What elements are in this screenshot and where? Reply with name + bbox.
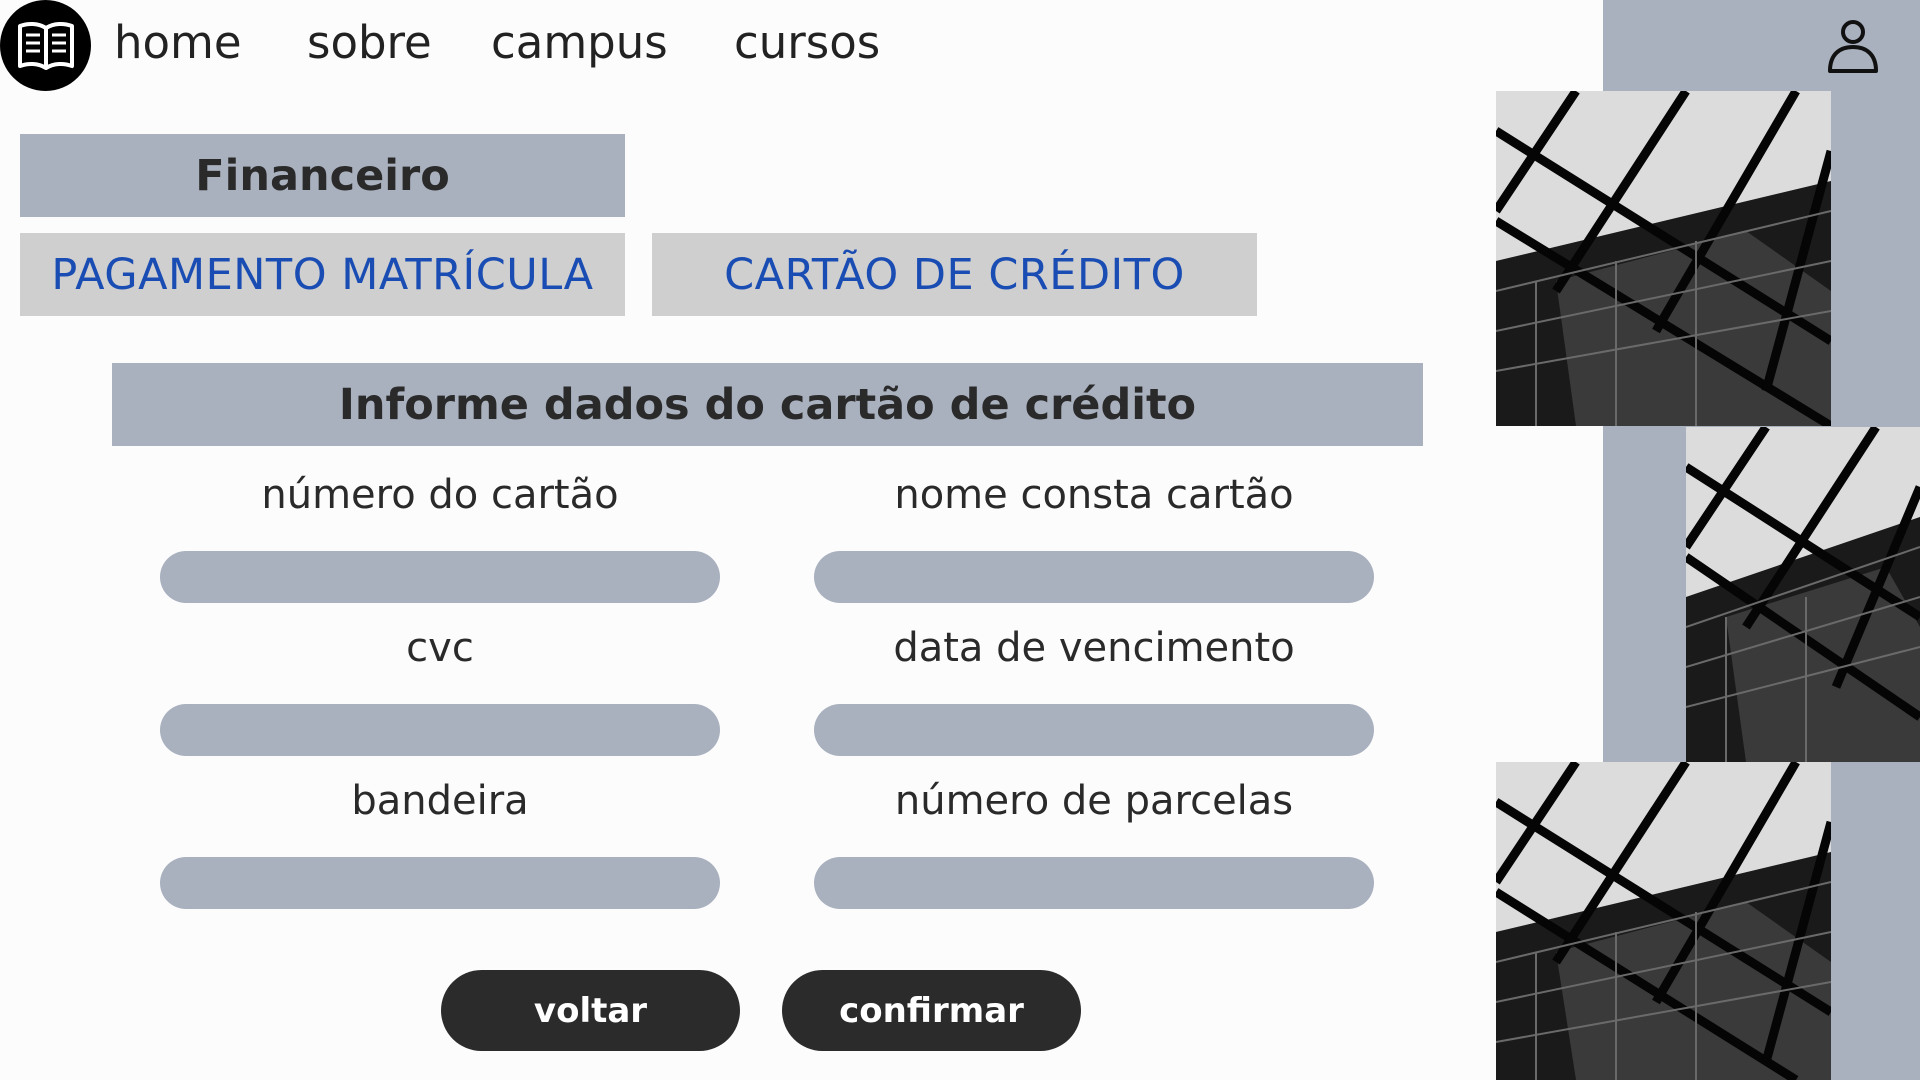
tab-cartao-de-credito-label: CARTÃO DE CRÉDITO [724, 249, 1185, 300]
financeiro-header: Financeiro [20, 134, 625, 217]
user-icon[interactable] [1827, 18, 1879, 74]
financeiro-title: Financeiro [195, 150, 450, 201]
installments-input[interactable] [814, 857, 1374, 909]
page: home sobre campus cursos Financeiro PAGA… [0, 0, 1920, 1080]
confirm-button[interactable]: confirmar [782, 970, 1081, 1051]
nav-link-sobre[interactable]: sobre [307, 12, 432, 74]
installments-label: número de parcelas [894, 778, 1294, 824]
building-photo-2 [1686, 427, 1920, 762]
nav-link-cursos[interactable]: cursos [734, 12, 880, 74]
card-name-label: nome consta cartão [894, 472, 1294, 518]
card-number-input[interactable] [160, 551, 720, 603]
cvc-input[interactable] [160, 704, 720, 756]
cvc-label: cvc [406, 625, 474, 671]
form-title-bar: Informe dados do cartão de crédito [112, 363, 1423, 446]
building-photo-3 [1496, 762, 1831, 1080]
nav-link-home[interactable]: home [114, 12, 242, 74]
open-book-icon [17, 21, 74, 70]
card-brand-label: bandeira [351, 778, 529, 824]
nav-link-campus[interactable]: campus [491, 12, 668, 74]
logo[interactable] [0, 0, 91, 91]
form-title: Informe dados do cartão de crédito [338, 379, 1197, 430]
expiry-date-input[interactable] [814, 704, 1374, 756]
expiry-date-label: data de vencimento [893, 625, 1295, 671]
card-brand-input[interactable] [160, 857, 720, 909]
building-photo-1 [1496, 91, 1831, 426]
back-button[interactable]: voltar [441, 970, 740, 1051]
card-name-input[interactable] [814, 551, 1374, 603]
tab-pagamento-matricula[interactable]: PAGAMENTO MATRÍCULA [20, 233, 625, 316]
tab-cartao-de-credito[interactable]: CARTÃO DE CRÉDITO [652, 233, 1257, 316]
card-number-label: número do cartão [261, 472, 619, 518]
tab-pagamento-matricula-label: PAGAMENTO MATRÍCULA [51, 249, 594, 300]
